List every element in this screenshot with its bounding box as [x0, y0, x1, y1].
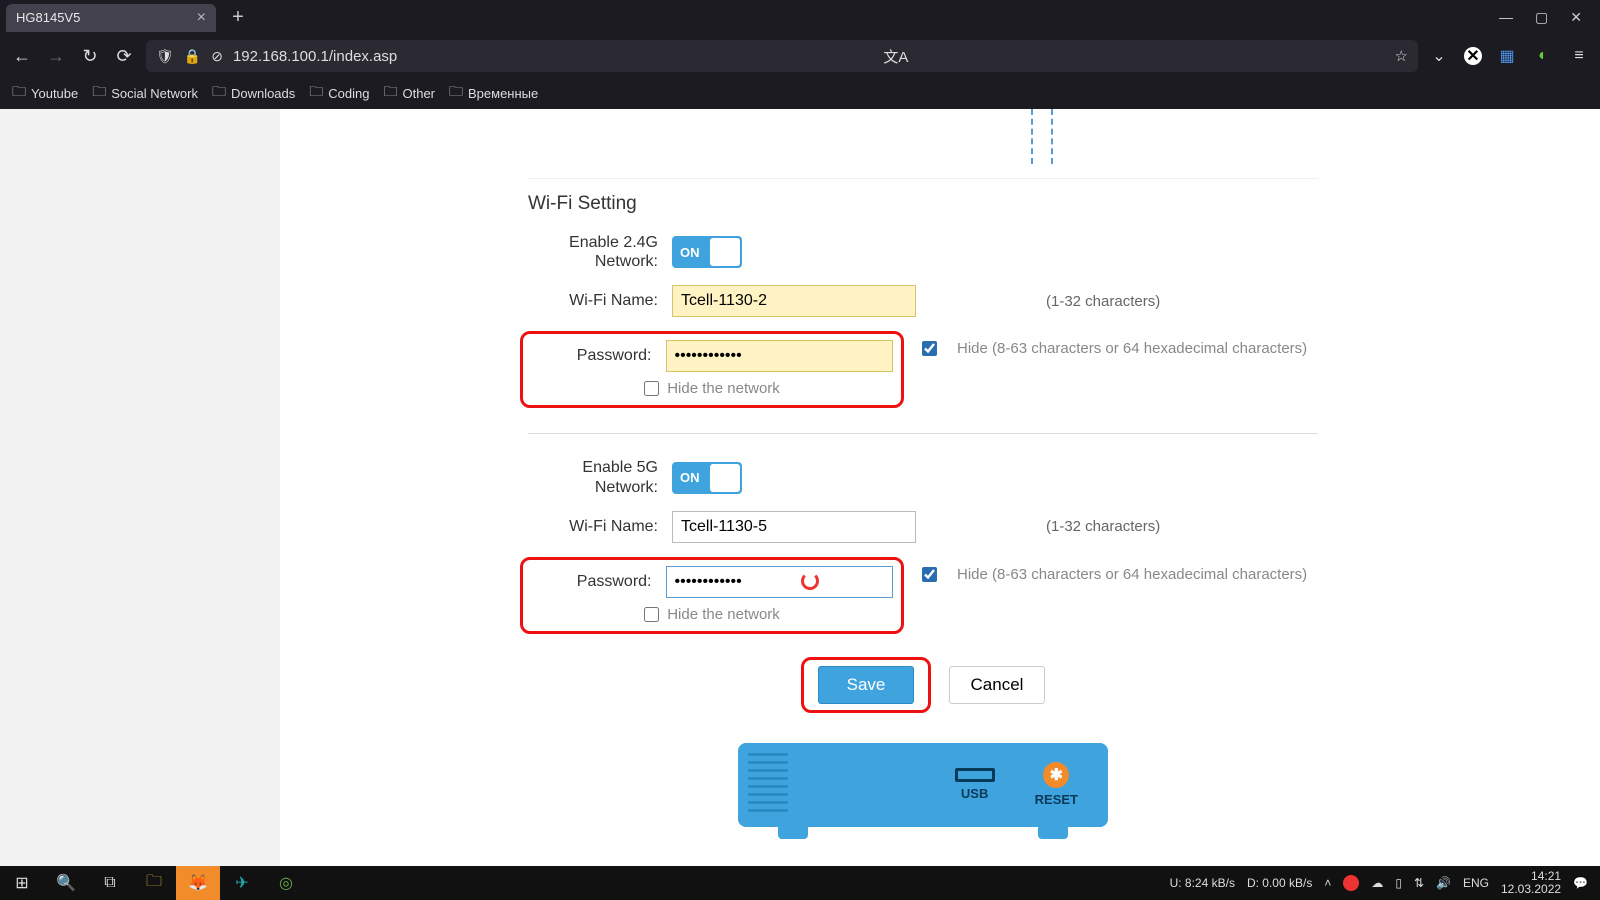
- router-reset-button: ✱ RESET: [1035, 762, 1078, 807]
- tray-battery-icon[interactable]: ▯: [1395, 876, 1402, 890]
- folder-icon: 🗀: [309, 81, 323, 105]
- pocket-icon[interactable]: ⌄: [1428, 45, 1450, 67]
- taskbar-search-icon[interactable]: 🔍: [44, 866, 88, 900]
- bookmark-youtube[interactable]: 🗀Youtube: [12, 81, 78, 105]
- tab-close-icon[interactable]: ×: [197, 9, 206, 27]
- bookmark-social-network[interactable]: 🗀Social Network: [92, 81, 198, 105]
- folder-icon: 🗀: [383, 81, 397, 105]
- hide-network-24-checkbox[interactable]: [644, 381, 659, 396]
- loading-spinner-icon: [801, 572, 819, 590]
- hide-password-5-checkbox[interactable]: [922, 567, 937, 582]
- router-illustration: USB ✱ RESET: [738, 743, 1108, 827]
- firefox-taskbar-icon[interactable]: 🦊: [176, 866, 220, 900]
- toggle-5g-network[interactable]: ON: [672, 462, 742, 494]
- folder-icon: 🗀: [12, 81, 26, 105]
- hide-password-24-label: Hide (8-63 characters or 64 hexadecimal …: [957, 340, 1307, 357]
- toggle-state-text: ON: [680, 470, 700, 485]
- toggle-state-text: ON: [680, 245, 700, 260]
- browser-tab[interactable]: HG8145V5 ×: [6, 4, 216, 32]
- new-tab-button[interactable]: +: [224, 4, 252, 32]
- notifications-icon[interactable]: 💬: [1573, 876, 1588, 890]
- bookmark-temp[interactable]: 🗀Временные: [449, 81, 538, 105]
- hide-network-24-label: Hide the network: [667, 380, 780, 397]
- wifi-name-5-input[interactable]: [672, 511, 916, 543]
- start-menu-button[interactable]: ⊞: [0, 866, 44, 900]
- hide-network-5-checkbox[interactable]: [644, 607, 659, 622]
- hide-password-24-checkbox[interactable]: [922, 341, 937, 356]
- tray-volume-icon[interactable]: 🔊: [1436, 876, 1451, 890]
- folder-icon: 🗀: [449, 81, 463, 105]
- label-password-5: Password:: [531, 573, 652, 591]
- label-enable-5g: Enable 5G Network:: [528, 458, 658, 496]
- taskbar: ⊞ 🔍 ⧉ 🗀 🦊 ✈ ◎ U: 8:24 kB/s D: 0.00 kB/s …: [0, 866, 1600, 900]
- task-view-icon[interactable]: ⧉: [88, 866, 132, 900]
- nav-reload-icon[interactable]: ⟳: [112, 44, 136, 68]
- nav-forward-icon: →: [44, 44, 68, 68]
- netmeter-up: U: 8:24 kB/s: [1170, 876, 1235, 890]
- nav-history-icon[interactable]: ↻: [78, 44, 102, 68]
- adblock-icon[interactable]: ✕: [1464, 47, 1482, 65]
- highlight-box-save: Save: [801, 657, 931, 713]
- section-title-wifi: Wi-Fi Setting: [528, 179, 1318, 233]
- folder-icon: 🗀: [92, 81, 106, 105]
- router-usb-port: USB: [955, 768, 995, 801]
- wifi-name-5-hint: (1-32 characters): [1046, 518, 1160, 535]
- bookmark-other[interactable]: 🗀Other: [383, 81, 435, 105]
- window-maximize-icon[interactable]: ▢: [1535, 9, 1548, 26]
- tray-status-red-icon[interactable]: [1343, 875, 1359, 891]
- bookmark-star-icon[interactable]: ☆: [1395, 47, 1408, 65]
- hide-password-5-label: Hide (8-63 characters or 64 hexadecimal …: [957, 566, 1307, 583]
- lock-icon: 🔒: [184, 48, 201, 65]
- label-wifi-name-24: Wi-Fi Name:: [528, 292, 658, 310]
- app-menu-icon[interactable]: ≡: [1568, 45, 1590, 67]
- wifi-name-24-input[interactable]: [672, 285, 916, 317]
- taskbar-clock[interactable]: 14:21 12.03.2022: [1501, 870, 1561, 896]
- netmeter-down: D: 0.00 kB/s: [1247, 876, 1312, 890]
- wifi-name-24-hint: (1-32 characters): [1046, 293, 1160, 310]
- cancel-button[interactable]: Cancel: [949, 666, 1045, 704]
- bookmark-coding[interactable]: 🗀Coding: [309, 81, 369, 105]
- bookmark-downloads[interactable]: 🗀Downloads: [212, 81, 295, 105]
- highlight-box-password-5: Password: Hide the network: [520, 557, 904, 634]
- hide-network-5-label: Hide the network: [667, 606, 780, 623]
- bookmarks-bar: 🗀Youtube 🗀Social Network 🗀Downloads 🗀Cod…: [0, 77, 1600, 109]
- tray-language[interactable]: ENG: [1463, 876, 1489, 890]
- nav-back-icon[interactable]: ←: [10, 44, 34, 68]
- label-enable-24g: Enable 2.4G Network:: [528, 233, 658, 271]
- window-minimize-icon[interactable]: —: [1499, 9, 1513, 26]
- password-5-input[interactable]: [666, 566, 894, 598]
- save-button[interactable]: Save: [818, 666, 914, 704]
- tray-network-icon[interactable]: ⇅: [1414, 876, 1424, 890]
- label-password-24: Password:: [531, 347, 652, 365]
- usb-port-icon: [955, 768, 995, 782]
- label-wifi-name-5: Wi-Fi Name:: [528, 518, 658, 536]
- app-taskbar-icon[interactable]: ◎: [264, 866, 308, 900]
- shield-icon: 🛡: [156, 48, 174, 65]
- telegram-taskbar-icon[interactable]: ✈: [220, 866, 264, 900]
- translate-icon[interactable]: 文A: [883, 46, 908, 67]
- permissions-icon: ⊘: [211, 48, 223, 65]
- file-explorer-icon[interactable]: 🗀: [132, 866, 176, 900]
- window-close-icon[interactable]: ✕: [1570, 9, 1582, 26]
- reset-button-icon: ✱: [1043, 762, 1069, 788]
- extension-icon-1[interactable]: ▦: [1496, 45, 1518, 67]
- tray-chevron-icon[interactable]: ˄: [1324, 876, 1331, 890]
- tab-title: HG8145V5: [16, 10, 80, 25]
- url-bar[interactable]: 🛡 🔒 ⊘ 192.168.100.1/index.asp 文A ☆: [146, 40, 1418, 72]
- url-text: 192.168.100.1/index.asp: [233, 48, 397, 65]
- folder-icon: 🗀: [212, 81, 226, 105]
- tray-cloud-icon[interactable]: ☁: [1371, 876, 1383, 890]
- password-24-input[interactable]: [666, 340, 894, 372]
- toggle-24g-network[interactable]: ON: [672, 236, 742, 268]
- extension-icon-2[interactable]: ◐: [1532, 45, 1554, 67]
